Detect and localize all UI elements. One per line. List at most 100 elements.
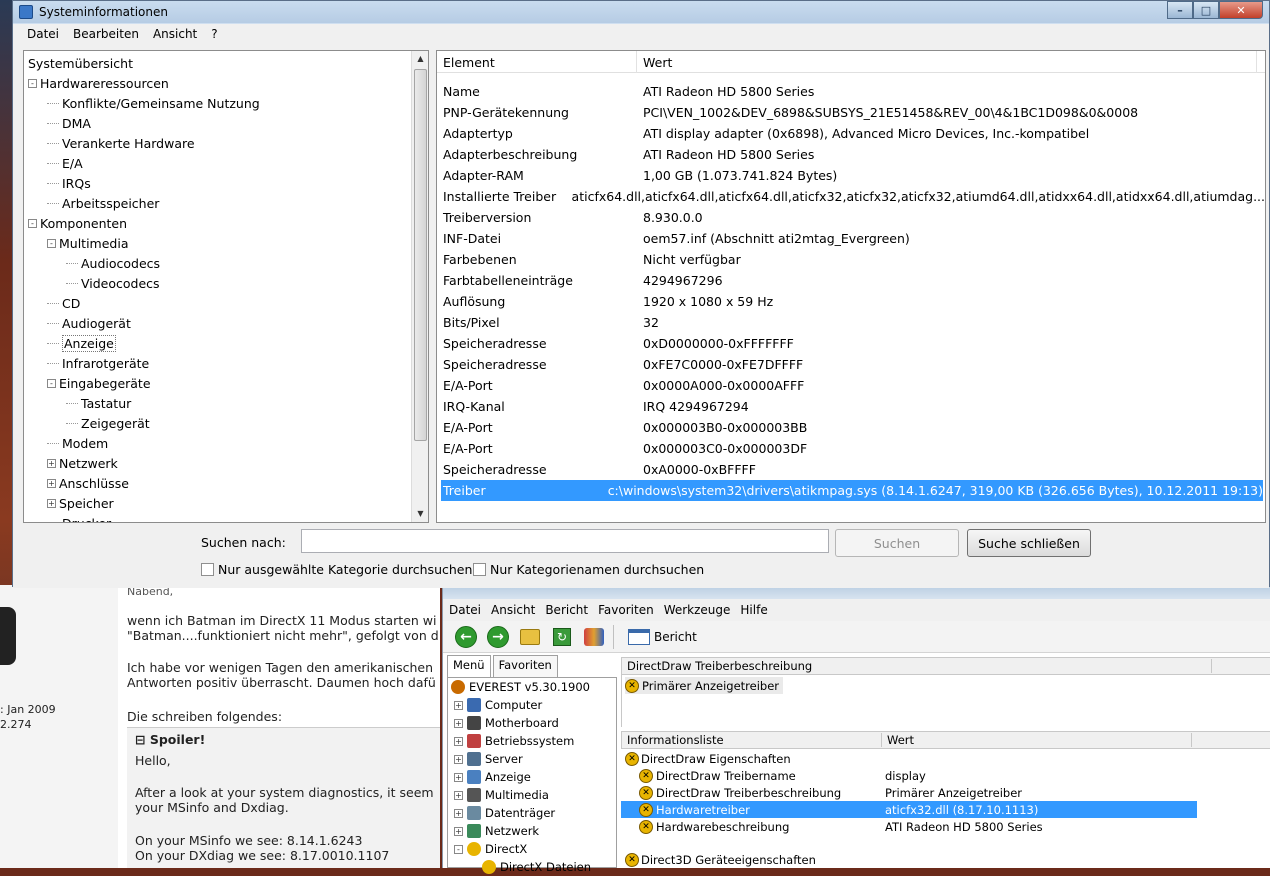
expand-icon[interactable]: + (454, 772, 463, 782)
collapse-icon[interactable]: - (47, 238, 56, 248)
everest-tree-item[interactable]: + Datenträger (448, 804, 616, 822)
everest-menu-favoriten[interactable]: Favoriten (598, 603, 654, 617)
expand-icon[interactable]: + (47, 478, 56, 488)
everest-tree-item[interactable]: EVEREST v5.30.1900 (448, 678, 616, 696)
tree-item[interactable]: CD (47, 293, 80, 313)
tree-item[interactable]: - Eingabegeräte (47, 373, 151, 393)
collapse-icon[interactable]: - (47, 378, 56, 388)
tree-item[interactable]: Audiogerät (47, 313, 131, 333)
list-row[interactable]: Adapter-RAM 1,00 GB (1.073.741.824 Bytes) (437, 165, 1265, 186)
menu-datei[interactable]: Datei (27, 27, 59, 41)
list-row[interactable]: Treiberversion 8.930.0.0 (437, 207, 1265, 228)
expand-icon[interactable]: + (454, 808, 463, 818)
tree-item[interactable]: Systemübersicht (28, 53, 133, 73)
collapse-icon[interactable]: - (454, 844, 463, 854)
tree-item[interactable]: Zeigegerät (66, 413, 150, 433)
expand-icon[interactable]: + (47, 498, 56, 508)
everest-menu-bericht[interactable]: Bericht (545, 603, 588, 617)
report-button[interactable]: Bericht (628, 628, 697, 645)
maximize-button[interactable]: □ (1193, 1, 1219, 19)
up-button[interactable] (517, 624, 543, 650)
info-row[interactable]: ✕ Hardwarebeschreibung ATI Radeon HD 5800 … (621, 818, 1270, 835)
col-element[interactable]: Element (437, 51, 637, 73)
search-input[interactable] (301, 529, 829, 553)
everest-tree-item[interactable]: + Betriebssystem (448, 732, 616, 750)
everest-tree-item[interactable]: + Server (448, 750, 616, 768)
tree-item[interactable]: Tastatur (66, 393, 131, 413)
expand-icon[interactable]: + (454, 736, 463, 746)
tree-item[interactable]: Verankerte Hardware (47, 133, 195, 153)
collapse-icon[interactable]: - (28, 78, 37, 88)
tree-item[interactable]: Anzeige (47, 333, 116, 353)
everest-tree-item[interactable]: + Computer (448, 696, 616, 714)
everest-menu-ansicht[interactable]: Ansicht (491, 603, 535, 617)
tree-item[interactable]: - Hardwareressourcen (28, 73, 169, 93)
everest-tree-item[interactable]: + Anzeige (448, 768, 616, 786)
tab-menu[interactable]: Menü (447, 655, 491, 677)
list-row[interactable]: Speicheradresse 0xA0000-0xBFFFF (437, 459, 1265, 480)
back-button[interactable]: ← (453, 624, 479, 650)
menu-help[interactable]: ? (211, 27, 217, 41)
tree-item[interactable]: - Komponenten (28, 213, 127, 233)
info-row[interactable]: ✕ DirectDraw Treiberbeschreibung Primärer … (621, 784, 1270, 801)
minimize-button[interactable]: – (1167, 1, 1193, 19)
checkbox-category-names[interactable]: Nur Kategorienamen durchsuchen (473, 562, 704, 577)
expand-icon[interactable]: + (454, 790, 463, 800)
everest-tree-item[interactable]: DirectX Dateien (448, 858, 616, 876)
tree-item[interactable]: Videocodecs (66, 273, 160, 293)
everest-menu-werkzeuge[interactable]: Werkzeuge (664, 603, 731, 617)
everest-tree-item[interactable]: + Multimedia (448, 786, 616, 804)
tree-item[interactable]: + Netzwerk (47, 453, 118, 473)
list-row[interactable]: Speicheradresse 0xFE7C0000-0xFE7DFFFF (437, 354, 1265, 375)
list-row[interactable]: INF-Datei oem57.inf (Abschnitt ati2mtag_E… (437, 228, 1265, 249)
close-button[interactable]: ✕ (1219, 1, 1263, 19)
close-search-button[interactable]: Suche schließen (967, 529, 1091, 557)
tree-item[interactable]: Konflikte/Gemeinsame Nutzung (47, 93, 260, 113)
tree-scrollbar[interactable]: ▲ ▼ (411, 51, 428, 522)
tree-item[interactable]: Infrarotgeräte (47, 353, 149, 373)
info-col-value[interactable]: Wert (882, 733, 1192, 747)
tree-item[interactable]: IRQs (47, 173, 91, 193)
spoiler-toggle[interactable]: ⊟ Spoiler! (135, 732, 205, 747)
everest-tree-item[interactable]: + Motherboard (448, 714, 616, 732)
list-row[interactable]: Speicheradresse 0xD0000000-0xFFFFFFF (437, 333, 1265, 354)
list-row[interactable]: E/A-Port 0x000003C0-0x000003DF (437, 438, 1265, 459)
refresh-button[interactable]: ↻ (549, 624, 575, 650)
scroll-up-icon[interactable]: ▲ (412, 51, 428, 67)
list-row[interactable]: PNP-Gerätekennung PCI\VEN_1002&DEV_6898&S… (437, 102, 1265, 123)
list-row[interactable]: Adapterbeschreibung ATI Radeon HD 5800 Se… (437, 144, 1265, 165)
menu-bearbeiten[interactable]: Bearbeiten (73, 27, 139, 41)
list-row[interactable]: Farbebenen Nicht verfügbar (437, 249, 1265, 270)
tree-item[interactable]: + Anschlüsse (47, 473, 129, 493)
expand-icon[interactable]: + (454, 718, 463, 728)
scroll-thumb[interactable] (414, 69, 427, 441)
tree-item[interactable]: DMA (47, 113, 91, 133)
list-row[interactable]: Farbtabelleneinträge 4294967296 (437, 270, 1265, 291)
users-button[interactable] (581, 624, 607, 650)
list-row[interactable]: Treiber c:\windows\system32\drivers\atikm… (441, 480, 1263, 501)
everest-menu-hilfe[interactable]: Hilfe (740, 603, 767, 617)
description-item[interactable]: ✕ Primärer Anzeigetreiber (625, 677, 784, 694)
col-wert[interactable]: Wert (637, 51, 1257, 73)
tree-item[interactable]: Arbeitsspeicher (47, 193, 159, 213)
tab-favoriten[interactable]: Favoriten (492, 655, 558, 677)
info-row[interactable]: ✕ DirectDraw Treibername display (621, 767, 1270, 784)
info-row[interactable]: ✕ Hardwaretreiber aticfx32.dll (8.17.10.11… (621, 801, 1270, 818)
everest-tree-item[interactable]: - DirectX (448, 840, 616, 858)
info-col-name[interactable]: Informationsliste (622, 733, 882, 747)
list-row[interactable]: Bits/Pixel 32 (437, 312, 1265, 333)
list-row[interactable]: IRQ-Kanal IRQ 4294967294 (437, 396, 1265, 417)
menu-ansicht[interactable]: Ansicht (153, 27, 197, 41)
info-group[interactable]: ✕ Direct3D Geräteeigenschaften (621, 851, 1270, 868)
forward-button[interactable]: → (485, 624, 511, 650)
tree-item[interactable]: + Speicher (47, 493, 114, 513)
expand-icon[interactable]: + (47, 458, 56, 468)
list-row[interactable]: E/A-Port 0x0000A000-0x0000AFFF (437, 375, 1265, 396)
list-row[interactable]: Adaptertyp ATI display adapter (0x6898), … (437, 123, 1265, 144)
expand-icon[interactable]: + (454, 754, 463, 764)
tree-item[interactable]: Modem (47, 433, 108, 453)
list-row[interactable]: Installierte Treiber aticfx64.dll,aticfx6… (437, 186, 1265, 207)
collapse-icon[interactable]: - (28, 218, 37, 228)
tree-item[interactable]: E/A (47, 153, 83, 173)
list-row[interactable]: Name ATI Radeon HD 5800 Series (437, 81, 1265, 102)
